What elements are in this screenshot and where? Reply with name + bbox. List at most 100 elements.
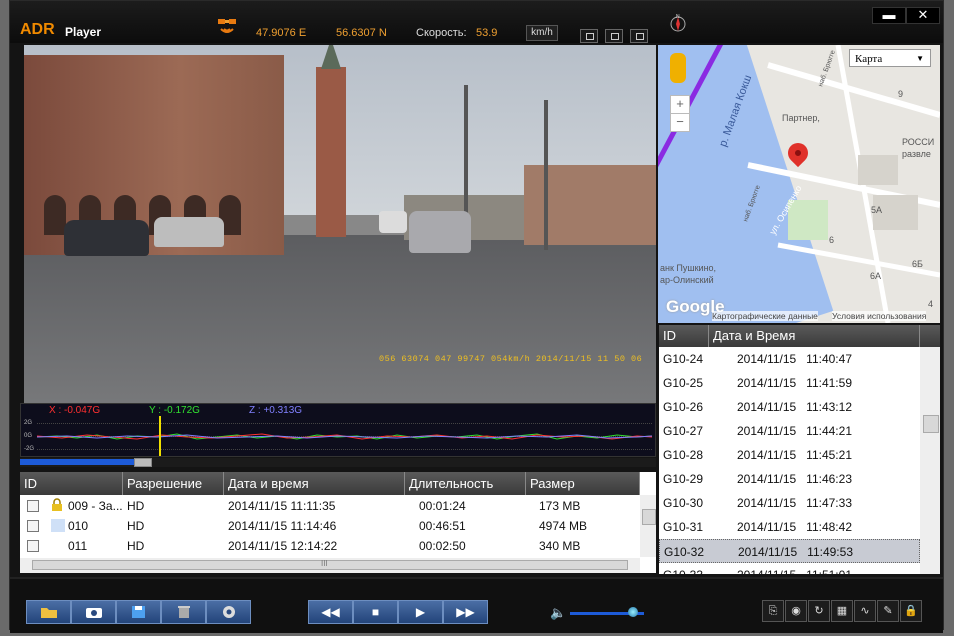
tools-icon[interactable]: ✎ xyxy=(877,600,899,622)
layout-view-3-button[interactable] xyxy=(630,29,648,43)
layout-view-2-button[interactable] xyxy=(605,29,623,43)
map-label: 4 xyxy=(928,299,934,309)
map-label: 5А xyxy=(871,205,883,215)
seek-bar[interactable] xyxy=(20,458,656,467)
rewind-icon: ◀◀ xyxy=(321,605,340,619)
gps-list-row[interactable]: G10-28 2014/11/15 11:45:21 xyxy=(659,443,920,467)
file-size: 340 MB xyxy=(539,539,581,553)
map-label: Партнер, xyxy=(782,113,820,123)
gps-point-id: G10-28 xyxy=(663,448,704,462)
video-player[interactable]: 056 63074 047 99747 054km/h 2014/11/15 1… xyxy=(24,45,656,403)
scroll-thumb[interactable]: III xyxy=(32,559,628,570)
fast-forward-button[interactable]: ▶▶ xyxy=(443,600,488,624)
column-header-resolution[interactable]: Разрешение xyxy=(123,472,224,495)
file-table-row[interactable]: 011 HD 2014/11/15 12:14:22 00:02:50 340 … xyxy=(20,536,640,556)
gps-list-row[interactable]: G10-26 2014/11/15 11:43:12 xyxy=(659,395,920,419)
gsensor-scale-mid: 0G xyxy=(24,433,33,439)
save-button[interactable] xyxy=(116,600,161,624)
layout-view-1-button[interactable] xyxy=(580,29,598,43)
map-label: 6Б xyxy=(912,259,923,269)
column-header-datetime[interactable]: Дата и время xyxy=(224,472,405,495)
file-table-vscroll[interactable] xyxy=(640,495,656,557)
video-car xyxy=(409,211,471,253)
play-button[interactable]: ▶ xyxy=(398,600,443,624)
column-header-size[interactable]: Размер xyxy=(526,472,640,495)
gps-point-time: 2014/11/15 11:49:53 xyxy=(738,545,853,559)
seek-handle[interactable] xyxy=(134,458,152,467)
column-header-datetime[interactable]: Дата и Время xyxy=(709,325,920,347)
volume-slider-handle[interactable] xyxy=(628,607,638,617)
file-table-row[interactable]: 010 HD 2014/11/15 11:14:46 00:46:51 4974… xyxy=(20,516,640,536)
zoom-out-button[interactable]: − xyxy=(670,113,690,132)
gps-list-row[interactable]: G10-33 2014/11/15 11:51:01 xyxy=(659,563,920,574)
zoom-in-button[interactable]: + xyxy=(670,95,690,114)
map-label: 9 xyxy=(898,89,904,99)
close-button[interactable]: ✕ xyxy=(906,7,940,24)
map-type-select[interactable]: Карта ▼ xyxy=(849,49,931,67)
video-car xyxy=(379,211,407,233)
gps-list-row[interactable]: G10-30 2014/11/15 11:47:33 xyxy=(659,491,920,515)
snapshot-button[interactable] xyxy=(71,600,116,624)
settings-button[interactable] xyxy=(206,600,251,624)
map-label: развле xyxy=(902,149,931,159)
app-logo: ADR xyxy=(20,21,55,38)
file-size: 173 MB xyxy=(539,499,581,513)
map-icon[interactable]: ▦ xyxy=(831,600,853,622)
map-terms-link[interactable]: Условия использования xyxy=(832,311,927,321)
file-thumbnail-icon xyxy=(51,519,65,532)
row-checkbox[interactable] xyxy=(27,540,39,552)
map-attribution-link[interactable]: Картографические данные xyxy=(712,311,818,321)
map-label: анк Пушкино, xyxy=(660,263,717,273)
file-table: ID Разрешение Дата и время Длительность … xyxy=(20,472,656,573)
gps-list-row[interactable]: G10-25 2014/11/15 11:41:59 xyxy=(659,371,920,395)
row-checkbox[interactable] xyxy=(27,500,39,512)
gsensor-scale-bottom: -2G xyxy=(24,446,35,452)
rewind-button[interactable]: ◀◀ xyxy=(308,600,353,624)
satellite-icon xyxy=(218,19,236,33)
row-checkbox[interactable] xyxy=(27,520,39,532)
delete-button[interactable] xyxy=(161,600,206,624)
file-table-row[interactable]: 009 - За... HD 2014/11/15 11:11:35 00:01… xyxy=(20,496,640,516)
video-car xyxy=(64,220,149,256)
file-id: 010 xyxy=(68,519,89,533)
column-header-id[interactable]: ID xyxy=(659,325,709,347)
gsensor-graph[interactable]: X : -0.047G Y : -0.172G Z : +0.313G 2G 0… xyxy=(20,403,656,457)
gsensor-cursor[interactable] xyxy=(159,416,161,456)
column-header-id[interactable]: ID xyxy=(20,472,123,495)
map-view[interactable]: р. Малая Кокш Партнер, РОССИ развле наб.… xyxy=(658,45,940,323)
gps-list-row[interactable]: G10-31 2014/11/15 11:48:42 xyxy=(659,515,920,539)
file-id: 009 - За... xyxy=(68,499,123,513)
stop-icon: ■ xyxy=(371,605,380,619)
refresh-icon[interactable]: ↻ xyxy=(808,600,830,622)
gps-list-row[interactable]: G10-24 2014/11/15 11:40:47 xyxy=(659,347,920,371)
speed-value: 53.9 xyxy=(476,27,498,39)
gps-longitude: 47.9076 E xyxy=(256,27,307,39)
gps-list-row[interactable]: G10-32 2014/11/15 11:49:53 xyxy=(659,539,920,563)
gsensor-settings-icon[interactable]: ◉ xyxy=(785,600,807,622)
app-window: ADR Player 47.9076 E 56.6307 N Скорость:… xyxy=(9,0,944,633)
wave-icon[interactable]: ∿ xyxy=(854,600,876,622)
connect-icon[interactable]: ⎘ xyxy=(762,600,784,622)
scroll-thumb[interactable] xyxy=(923,415,939,433)
open-folder-button[interactable] xyxy=(26,600,71,624)
file-datetime: 2014/11/15 12:14:22 xyxy=(228,539,338,553)
stop-button[interactable]: ■ xyxy=(353,600,398,624)
street-view-pegman-icon[interactable] xyxy=(670,53,686,83)
bottom-toolbar: ◀◀ ■ ▶ ▶▶ 🔈 ⎘ ◉ ↻ ▦ ∿ ✎ 🔒 xyxy=(10,577,943,633)
file-datetime: 2014/11/15 11:11:35 xyxy=(228,499,336,513)
column-header-duration[interactable]: Длительность xyxy=(405,472,526,495)
gps-point-id: G10-26 xyxy=(663,400,704,414)
gps-point-time: 2014/11/15 11:45:21 xyxy=(737,448,852,462)
volume-icon[interactable]: 🔈 xyxy=(550,605,566,621)
gps-point-id: G10-27 xyxy=(663,424,704,438)
gps-point-time: 2014/11/15 11:40:47 xyxy=(737,352,852,366)
scroll-thumb[interactable] xyxy=(642,509,656,525)
lock-icon[interactable]: 🔒 xyxy=(900,600,922,622)
minimize-button[interactable]: ▬ xyxy=(872,7,906,24)
gsensor-scale-top: 2G xyxy=(24,420,33,426)
speed-unit-toggle[interactable]: km/h xyxy=(526,25,558,41)
file-table-hscroll[interactable]: III xyxy=(20,558,640,573)
gps-list-vscroll[interactable] xyxy=(920,347,940,574)
gps-list-row[interactable]: G10-29 2014/11/15 11:46:23 xyxy=(659,467,920,491)
gps-list-row[interactable]: G10-27 2014/11/15 11:44:21 xyxy=(659,419,920,443)
